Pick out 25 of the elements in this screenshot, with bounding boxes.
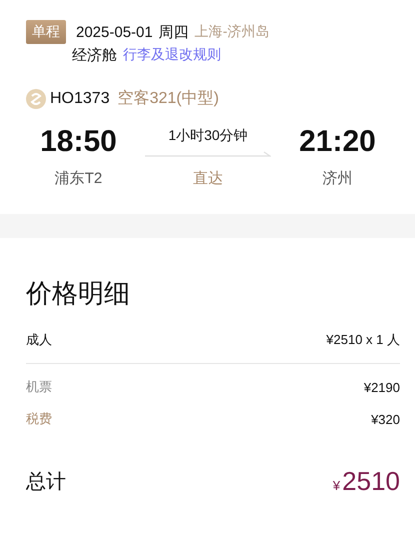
arrival-airport: 济州 (322, 169, 354, 188)
flight-duration: 1小时30分钟 (168, 127, 248, 145)
fee-label: 机票 (26, 378, 52, 396)
passenger-price: ¥2510 x 1 人 (326, 331, 400, 349)
stop-type: 直达 (192, 169, 224, 188)
flight-route: 上海-济州岛 (194, 23, 270, 41)
departure-time: 18:50 (39, 125, 118, 159)
aircraft-type: 空客321(中型) (118, 88, 219, 109)
fee-label: 税费 (26, 410, 52, 428)
total-amount: 2510 (342, 466, 400, 497)
departure-airport: 浦东T2 (54, 169, 104, 188)
rules-link[interactable]: 行李及退改规则 (123, 46, 221, 64)
airline-logo-icon (26, 88, 46, 108)
currency-symbol: ¥ (332, 478, 340, 493)
section-title: 价格明细 (26, 277, 131, 310)
arrival-time: 21:20 (298, 125, 377, 159)
flight-date: 2025-05-01 (76, 24, 153, 40)
flight-weekday: 周四 (158, 22, 189, 42)
total-label: 总计 (26, 470, 66, 495)
flight-number: HO1373 (50, 90, 110, 108)
fee-amount: ¥2190 (364, 380, 400, 394)
trip-type-badge: 单程 (26, 20, 66, 44)
fee-amount: ¥320 (371, 412, 400, 426)
cabin-class: 经济舱 (72, 46, 117, 64)
passenger-label: 成人 (26, 331, 52, 349)
